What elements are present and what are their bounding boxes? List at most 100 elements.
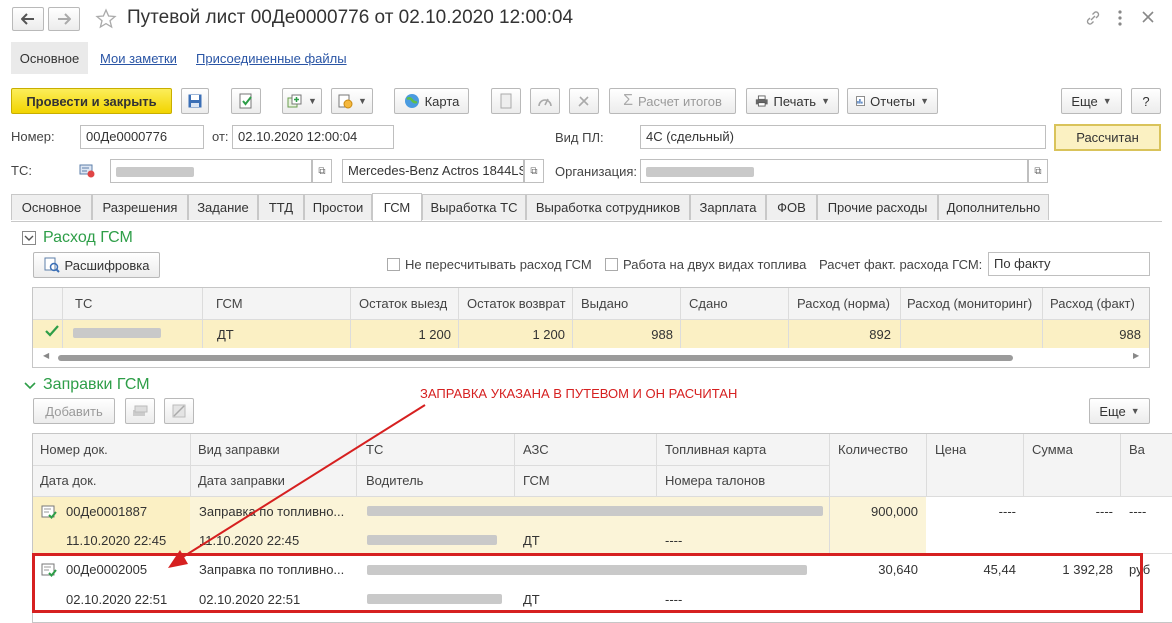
no-recalc-label: Не пересчитывать расход ГСМ xyxy=(405,257,592,272)
map-button-label: Карта xyxy=(424,93,460,109)
tool-button-1[interactable] xyxy=(491,88,521,114)
horizontal-scrollbar[interactable]: ◀ ▶ xyxy=(43,351,1141,363)
print-label: Печать xyxy=(773,93,817,109)
more-label: Еще xyxy=(1099,403,1126,419)
two-fuels-checkbox[interactable]: Работа на двух видах топлива xyxy=(605,257,806,272)
print-button[interactable]: Печать ▼ xyxy=(746,88,839,114)
col-divider xyxy=(458,288,459,348)
col-doc-date[interactable]: Дата док. xyxy=(33,473,97,488)
col-gsm[interactable]: ГСМ xyxy=(209,296,243,311)
tab-ttd[interactable]: ТТД xyxy=(258,194,304,220)
tab-salary[interactable]: Зарплата xyxy=(690,194,766,220)
post-and-close-button[interactable]: Провести и закрыть xyxy=(11,88,172,114)
open-icon: ⧉ xyxy=(1034,165,1042,177)
org-field[interactable] xyxy=(640,159,1028,183)
col-divider xyxy=(900,288,901,348)
kebab-menu-icon[interactable] xyxy=(1117,9,1123,27)
cell-fact: 988 xyxy=(1119,327,1141,342)
add-button[interactable]: Добавить xyxy=(33,398,115,424)
calc-totals-button[interactable]: Σ Расчет итогов xyxy=(609,88,736,114)
tab-permits[interactable]: Разрешения xyxy=(92,194,188,220)
redacted-text xyxy=(646,166,754,177)
tabs-divider xyxy=(11,221,1162,222)
col-divider xyxy=(656,434,657,496)
related-docs-icon xyxy=(338,94,353,109)
reports-button[interactable]: Отчеты ▼ xyxy=(847,88,938,114)
more-button[interactable]: Еще ▼ xyxy=(1061,88,1122,114)
col-norm[interactable]: Расход (норма) xyxy=(790,296,890,311)
number-field[interactable]: 00Де0000776 xyxy=(80,125,204,149)
ts-field[interactable] xyxy=(110,159,312,183)
col-return[interactable]: Остаток возврат xyxy=(460,296,566,311)
col-issued[interactable]: Выдано xyxy=(574,296,628,311)
fuel-usage-collapse-toggle[interactable] xyxy=(22,231,36,245)
col-currency[interactable]: Ва xyxy=(1122,442,1145,457)
col-fuel-card[interactable]: Топливная карта xyxy=(658,442,766,457)
chevron-down-icon: ▼ xyxy=(358,96,367,106)
scroll-right-icon[interactable]: ▶ xyxy=(1133,351,1139,360)
create-based-icon xyxy=(287,94,302,108)
nav-tab-notes[interactable]: Мои заметки xyxy=(100,51,177,66)
vehicle-icon xyxy=(79,164,95,178)
date-field[interactable]: 02.10.2020 12:00:04 xyxy=(232,125,394,149)
org-open-button[interactable]: ⧉ xyxy=(1028,159,1048,183)
tab-ts-output[interactable]: Выработка ТС xyxy=(422,194,526,220)
col-quantity[interactable]: Количество xyxy=(831,442,908,457)
tool-button-3[interactable] xyxy=(569,88,599,114)
decode-button[interactable]: Расшифровка xyxy=(33,252,160,278)
no-recalc-checkbox[interactable]: Не пересчитывать расход ГСМ xyxy=(387,257,592,272)
forward-button[interactable] xyxy=(48,7,80,31)
post-button[interactable] xyxy=(231,88,261,114)
number-label: Номер: xyxy=(11,129,55,144)
tab-other-expenses[interactable]: Прочие расходы xyxy=(817,194,938,220)
fuel-usage-title: Расход ГСМ xyxy=(43,229,133,246)
col-divider xyxy=(1023,434,1024,496)
col-delivered[interactable]: Сдано xyxy=(682,296,728,311)
col-divider xyxy=(202,288,203,348)
ts-open-button[interactable]: ⧉ xyxy=(312,159,332,183)
chevron-down-icon[interactable] xyxy=(24,381,36,390)
col-divider xyxy=(788,288,789,348)
tab-downtime[interactable]: Простои xyxy=(304,194,372,220)
save-button[interactable] xyxy=(181,88,209,114)
tab-staff-output[interactable]: Выработка сотрудников xyxy=(526,194,690,220)
reports-icon xyxy=(856,96,865,106)
ts-model-field[interactable]: Mercedes-Benz Actros 1844LS xyxy=(342,159,524,183)
link-icon[interactable] xyxy=(1085,10,1101,26)
scrollbar-thumb[interactable] xyxy=(58,355,1013,361)
close-icon[interactable] xyxy=(1141,10,1155,24)
col-start[interactable]: Остаток выезд xyxy=(352,296,447,311)
pl-type-field[interactable]: 4С (сдельный) xyxy=(640,125,1046,149)
tool-button-2[interactable] xyxy=(530,88,560,114)
tab-additional[interactable]: Дополнительно xyxy=(938,194,1049,220)
create-based-on-button[interactable]: ▼ xyxy=(282,88,322,114)
tab-main[interactable]: Основное xyxy=(11,194,92,220)
scroll-left-icon[interactable]: ◀ xyxy=(43,351,49,360)
col-monitoring[interactable]: Расход (мониторинг) xyxy=(900,296,1032,311)
help-button[interactable]: ? xyxy=(1131,88,1161,114)
back-button[interactable] xyxy=(12,7,44,31)
copy-button[interactable] xyxy=(125,398,155,424)
col-price[interactable]: Цена xyxy=(928,442,966,457)
col-ts[interactable]: ТС xyxy=(68,296,92,311)
ts-model-open-button[interactable]: ⧉ xyxy=(524,159,544,183)
redacted-text xyxy=(116,166,194,177)
calc-fact-field[interactable]: По факту xyxy=(988,252,1150,276)
col-fact[interactable]: Расход (факт) xyxy=(1043,296,1135,311)
tab-task[interactable]: Задание xyxy=(188,194,258,220)
refuels-more-button[interactable]: Еще ▼ xyxy=(1089,398,1150,424)
arrow-right-icon xyxy=(58,13,71,25)
nav-tab-files[interactable]: Присоединенные файлы xyxy=(196,51,347,66)
status-button[interactable]: Рассчитан xyxy=(1054,124,1161,151)
col-doc-number[interactable]: Номер док. xyxy=(33,442,108,457)
tab-gsm[interactable]: ГСМ xyxy=(372,193,422,221)
col-talons[interactable]: Номера талонов xyxy=(658,473,765,488)
col-sum[interactable]: Сумма xyxy=(1025,442,1073,457)
map-button[interactable]: Карта xyxy=(394,88,469,114)
related-docs-button[interactable]: ▼ xyxy=(331,88,373,114)
nav-tab-main[interactable]: Основное xyxy=(11,42,88,74)
tab-fov[interactable]: ФОВ xyxy=(766,194,817,220)
star-icon[interactable] xyxy=(95,8,117,30)
col-gsm[interactable]: ГСМ xyxy=(516,473,550,488)
col-azs[interactable]: АЗС xyxy=(516,442,549,457)
